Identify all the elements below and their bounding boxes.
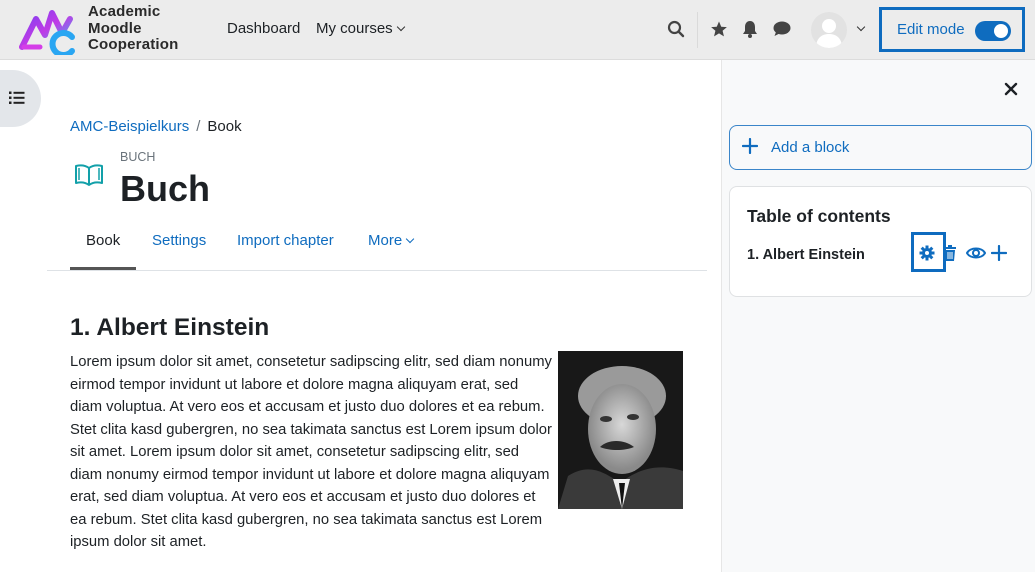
bell-icon[interactable]	[739, 18, 761, 40]
navbar-divider	[697, 12, 698, 48]
edit-mode-toggle[interactable]	[975, 21, 1011, 41]
logo-text: Academic Moodle Cooperation	[88, 3, 179, 54]
star-icon[interactable]	[708, 18, 730, 40]
navbar: Academic Moodle Cooperation Dashboard My…	[0, 0, 1035, 60]
chapter-title: 1. Albert Einstein	[70, 314, 270, 341]
tab-more[interactable]: More	[368, 232, 415, 249]
nav-my-courses-dropdown[interactable]: My courses	[316, 20, 405, 37]
page-title: Buch	[120, 168, 210, 209]
nav-dashboard-link[interactable]: Dashboard	[227, 20, 300, 37]
logo-line-3: Cooperation	[88, 36, 179, 53]
logo-line-1: Academic	[88, 3, 161, 20]
chevron-down-icon	[405, 234, 415, 244]
tab-settings[interactable]: Settings	[152, 232, 206, 249]
search-icon[interactable]	[665, 18, 687, 40]
user-menu-chevron-icon[interactable]	[856, 22, 866, 32]
close-drawer-icon[interactable]	[1004, 82, 1018, 96]
chapter-text: Lorem ipsum dolor sit amet, consetetur s…	[70, 354, 552, 550]
trash-icon[interactable]	[943, 245, 957, 266]
add-block-label: Add a block	[771, 139, 850, 156]
module-type-label: BUCH	[120, 150, 156, 164]
course-index-toggle-button[interactable]	[0, 70, 41, 127]
add-chapter-plus-icon[interactable]	[990, 244, 1008, 266]
gear-icon[interactable]	[919, 245, 935, 266]
toggle-knob	[994, 24, 1008, 38]
amc-logo[interactable]	[18, 5, 78, 58]
tab-import-chapter[interactable]: Import chapter	[237, 232, 334, 249]
tab-more-label: More	[368, 232, 403, 249]
breadcrumb-separator: /	[196, 118, 201, 135]
breadcrumb-course-link[interactable]: AMC-Beispielkurs	[70, 118, 189, 135]
toc-block: Table of contents 1. Albert Einstein	[729, 186, 1032, 297]
eye-icon[interactable]	[965, 245, 987, 266]
user-avatar[interactable]	[811, 12, 847, 48]
edit-mode-highlight: Edit mode	[879, 7, 1025, 52]
breadcrumb-current: Book	[207, 118, 242, 135]
logo-line-2: Moodle	[88, 19, 142, 37]
chevron-down-icon	[396, 22, 405, 32]
active-tab-indicator	[70, 267, 136, 270]
einstein-photo	[558, 351, 683, 509]
plus-icon	[742, 138, 758, 154]
secondary-navigation: Book Settings Import chapter More	[47, 228, 707, 271]
tab-book[interactable]: Book	[86, 232, 120, 249]
toc-title: Table of contents	[747, 206, 891, 226]
chat-icon[interactable]	[771, 18, 793, 40]
breadcrumb: AMC-Beispielkurs / Book	[70, 118, 242, 135]
add-block-button[interactable]: Add a block	[729, 125, 1032, 170]
block-drawer: Add a block Table of contents 1. Albert …	[721, 60, 1035, 572]
my-courses-label: My courses	[316, 20, 393, 37]
toc-item-chapter-1[interactable]: 1. Albert Einstein	[747, 247, 865, 263]
edit-mode-label: Edit mode	[897, 21, 965, 38]
list-icon	[9, 91, 25, 104]
book-icon	[74, 163, 104, 192]
